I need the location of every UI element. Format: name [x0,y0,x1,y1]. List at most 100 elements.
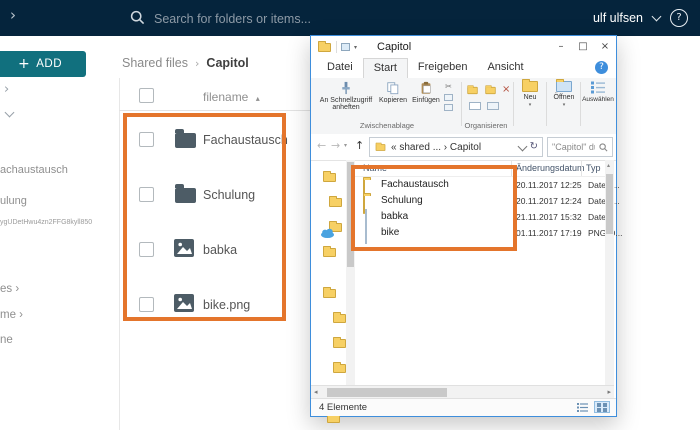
file-row-schulung[interactable]: Schulung [119,167,309,222]
sidebar-item-schulung[interactable]: ulung [0,195,27,207]
tab-ansicht[interactable]: Ansicht [477,58,533,78]
help-icon[interactable]: ? [670,9,688,27]
up-arrow-icon[interactable]: ↑ [355,140,364,151]
file-row-babka[interactable]: babka [119,222,309,277]
select-all-checkbox[interactable] [139,88,154,103]
scroll-left-icon[interactable]: ◂ [314,389,318,396]
explorer-search-box[interactable]: "Capitol" durchs... [547,137,613,157]
column-name[interactable]: Name [363,163,387,173]
quick-access-dropdown-icon[interactable]: ▾ [354,45,357,51]
sidebar-item-me[interactable]: me › [0,309,23,321]
refresh-icon[interactable]: ↻ [530,142,538,152]
breadcrumb-current: Capitol [206,56,249,70]
copy-path-icon[interactable] [444,94,453,101]
nav-scrollbar-thumb[interactable] [347,162,354,267]
select-button[interactable]: Auswählen [582,81,614,103]
address-folder-icon [375,142,386,151]
column-date[interactable]: Änderungsdatum [516,163,585,173]
add-button-label: ADD [36,58,62,70]
address-dropdown-icon[interactable] [517,141,528,151]
column-type[interactable]: Typ [586,163,601,173]
nav-folder-icon[interactable] [323,287,336,298]
nav-folder-icon[interactable] [333,337,346,348]
breadcrumb-root[interactable]: Shared files [122,56,188,70]
forward-arrow-icon[interactable]: → [331,140,340,151]
quick-access-icon[interactable] [341,43,350,51]
file-name: bike [381,227,400,238]
tab-datei[interactable]: Datei [317,58,363,78]
paste-icon [421,81,431,94]
copy-label: Kopieren [378,97,408,104]
nav-folder-icon[interactable] [329,196,342,207]
nav-folder-icon[interactable] [333,362,346,373]
tree-expand-icon[interactable]: › [4,83,9,96]
list-scrollbar-thumb[interactable] [606,174,613,234]
nav-collapse-icon[interactable]: › [10,8,16,23]
file-type: Dateio... [588,196,620,206]
organize-row-2 [469,102,499,110]
breadcrumb-separator-icon: › [195,56,200,70]
add-button[interactable]: + ADD [0,51,86,77]
sidebar-item-ne[interactable]: ne [0,334,13,346]
paste-shortcut-icon[interactable] [444,104,453,111]
nav-scrollbar [346,160,355,385]
file-type: Dateio... [588,180,620,190]
paste-button[interactable]: Einfügen [410,81,442,104]
sidebar-item-fachaustausch[interactable]: achaustausch [0,164,68,176]
file-date: 20.11.2017 12:25 [516,180,582,190]
row-checkbox[interactable] [139,297,154,312]
address-bar[interactable]: « shared ... › Capitol ↻ [369,137,543,157]
organize-row-1: × [466,85,510,95]
row-checkbox[interactable] [139,242,154,257]
file-name: Fachaustausch [381,179,449,190]
thumbnail-view-button[interactable] [594,401,610,413]
explorer-row-schulung[interactable]: Schulung 20.11.2017 12:24 Dateio... [355,193,620,214]
row-checkbox[interactable] [139,187,154,202]
row-checkbox[interactable] [139,132,154,147]
move-to-icon[interactable] [467,84,478,94]
pin-quick-access-button[interactable]: An Schnellzugriff anheften [317,81,375,111]
explorer-help-icon[interactable]: ? [595,61,608,74]
nav-folder-icon[interactable] [323,171,336,182]
new-button[interactable]: Neu ▾ [516,79,544,108]
sidebar-item-token[interactable]: ygUDetHwu4zn2FFG8kyll850 [0,219,92,226]
window-folder-icon [318,41,331,52]
plus-icon: + [17,56,31,72]
tab-freigeben[interactable]: Freigeben [408,58,478,78]
maximize-button[interactable]: □ [572,36,594,57]
onedrive-cloud-icon[interactable] [320,228,335,238]
copy-button[interactable]: Kopieren [378,81,408,104]
close-button[interactable]: × [594,36,616,57]
back-arrow-icon[interactable]: ← [317,140,326,151]
explorer-row-bike[interactable]: bike 01.11.2017 17:19 PNG-D... [355,225,622,244]
rename-icon[interactable] [469,102,481,110]
scroll-up-icon[interactable]: ▴ [607,163,610,169]
open-dropdown-icon: ▾ [562,102,566,108]
scroll-right-icon[interactable]: ▸ [607,389,611,396]
file-row-fachaustausch[interactable]: Fachaustausch [119,112,309,167]
chevron-down-icon[interactable] [651,11,662,22]
open-button[interactable]: Öffnen ▾ [549,79,579,108]
file-row-bike[interactable]: bike.png [119,277,309,332]
cut-icon[interactable]: ✂ [445,83,452,91]
copy-to-icon[interactable] [485,84,496,94]
recent-dropdown-icon[interactable]: ▾ [344,143,347,149]
tab-start[interactable]: Start [362,58,408,78]
minimize-button[interactable]: – [550,36,572,57]
file-date: 01.11.2017 17:19 [516,228,582,238]
sidebar-item-es[interactable]: es › [0,283,19,295]
column-header-filename[interactable]: filename ▴ [203,90,260,104]
horizontal-scrollbar-thumb[interactable] [327,388,447,397]
explorer-row-babka[interactable]: babka 21.11.2017 15:32 Datei [355,209,608,228]
user-menu[interactable]: ulf ulfsen [593,11,643,25]
nav-folder-icon[interactable] [333,312,346,323]
tree-collapse-icon[interactable] [4,107,15,118]
history-icon[interactable] [487,102,499,110]
delete-icon[interactable]: × [502,85,510,95]
select-label: Auswählen [582,96,614,103]
search-input[interactable] [152,8,426,30]
explorer-row-fachaustausch[interactable]: Fachaustausch 20.11.2017 12:25 Dateio... [355,177,620,198]
column-divider [581,160,582,176]
details-view-button[interactable] [574,401,590,413]
nav-folder-icon[interactable] [323,246,336,257]
